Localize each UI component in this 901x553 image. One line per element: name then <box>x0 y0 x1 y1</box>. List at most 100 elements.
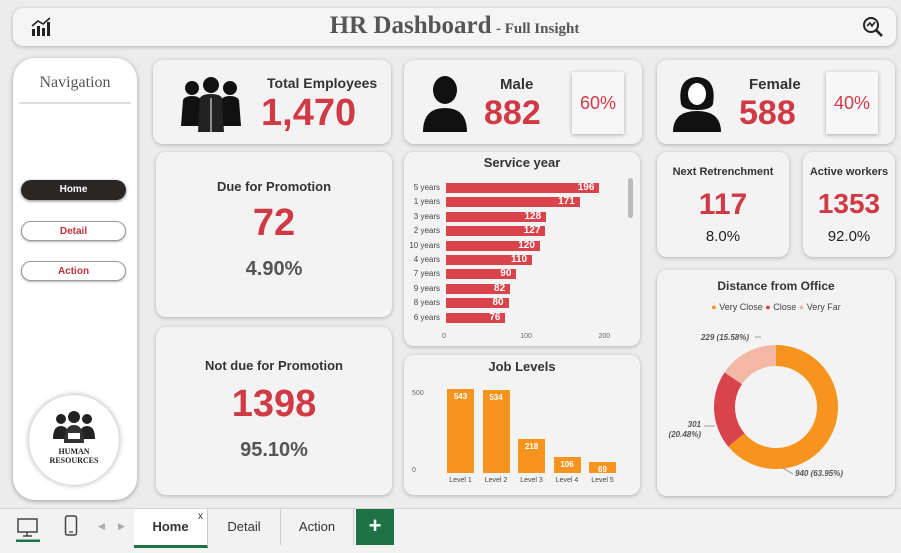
desktop-view-icon[interactable] <box>16 516 40 547</box>
due-promotion-percent: 4.90% <box>245 258 303 280</box>
navigation-title: Navigation <box>19 68 131 104</box>
next-page-arrow-icon[interactable]: ▶ <box>118 521 125 532</box>
job-y-tick: 500 <box>412 389 424 397</box>
navigation-panel: Navigation Home Detail Action HUMAN RESO… <box>13 58 137 500</box>
job-level-value-label: 218 <box>524 442 539 452</box>
service-year-value-label: 82 <box>494 282 506 294</box>
service-category-label: 6 years <box>413 312 440 322</box>
not-due-promotion-percent: 95.10% <box>240 439 308 461</box>
retrenchment-label: Next Retrenchment <box>672 166 774 178</box>
human-resources-logo: HUMAN RESOURCES <box>29 395 119 485</box>
distance-donut: 940 (63.95%) 301(20.48%) 229 (15.58%) <box>669 333 844 478</box>
male-percent: 60% <box>572 72 624 134</box>
nav-home-button[interactable]: Home <box>21 180 126 200</box>
service-year-value-label: 196 <box>577 182 595 193</box>
service-category-label: 4 years <box>413 255 440 264</box>
active-workers-percent: 92.0% <box>827 228 871 245</box>
service-year-value-label: 110 <box>510 254 528 265</box>
due-promotion-value: 72 <box>252 202 296 244</box>
service-year-value-label: 80 <box>492 297 504 309</box>
tab-action[interactable]: Action <box>281 509 354 545</box>
due-for-promotion-card: Due for Promotion 72 4.90% <box>156 152 392 317</box>
female-label: Female <box>749 76 801 93</box>
tab-home[interactable]: Home x <box>134 509 208 548</box>
service-x-tick: 200 <box>598 333 611 340</box>
tab-close-icon[interactable]: x <box>198 499 203 535</box>
service-category-label: 9 years <box>413 283 440 293</box>
service-year-value-label: 127 <box>523 225 541 237</box>
tab-detail[interactable]: Detail <box>208 509 281 545</box>
job-levels-chart: Job Levels 543 Level 1 534 Level 2 218 Level … <box>404 355 640 495</box>
job-level-value-label: 106 <box>560 459 574 469</box>
job-level-category-label: Level 4 <box>555 477 579 484</box>
donut-leader-line <box>782 467 794 475</box>
job-level-category-label: Level 5 <box>591 477 614 484</box>
service-year-value-label: 76 <box>489 311 501 323</box>
total-employees-label: Total Employees <box>267 75 378 91</box>
not-due-for-promotion-card: Not due for Promotion 1398 95.10% <box>156 327 392 495</box>
donut-data-label: 229 (15.58%) <box>700 333 749 342</box>
service-category-label: 5 years <box>413 183 440 192</box>
dashboard-subtitle: - Full Insight <box>495 21 580 37</box>
service-year-title: Service year <box>483 155 561 170</box>
service-year-chart: Service year 5 years 196 1 years 171 3 years… <box>404 152 640 346</box>
previous-page-arrow-icon[interactable]: ◀ <box>98 521 105 532</box>
male-value: 882 <box>484 94 541 132</box>
analytics-search-icon[interactable] <box>861 15 885 44</box>
female-value: 588 <box>739 94 796 132</box>
service-category-label: 1 years <box>413 197 440 207</box>
page-title: HR Dashboard - Full Insight <box>13 12 896 40</box>
nav-detail-button[interactable]: Detail <box>21 221 126 241</box>
service-x-tick: 100 <box>520 333 532 340</box>
service-year-value-label: 171 <box>558 196 575 208</box>
donut-data-label: 301 <box>688 420 702 429</box>
nav-action-button[interactable]: Action <box>21 261 126 281</box>
total-employees-card: Total Employees 1,470 <box>153 60 391 144</box>
service-category-label: 3 years <box>413 211 440 221</box>
employees-group-icon <box>181 77 241 132</box>
people-group-icon <box>53 411 95 443</box>
add-page-button[interactable]: + <box>356 509 394 545</box>
job-level-category-label: Level 2 <box>484 477 508 484</box>
male-person-icon <box>423 76 467 132</box>
service-chart-scrollbar[interactable] <box>628 178 633 218</box>
female-person-icon <box>673 77 721 132</box>
service-category-label: 2 years <box>413 226 440 236</box>
retrenchment-value: 117 <box>698 188 748 221</box>
donut-slice[interactable] <box>714 372 745 447</box>
job-level-category-label: Level 1 <box>449 477 472 484</box>
not-due-promotion-label: Not due for Promotion <box>205 358 343 373</box>
job-level-bar[interactable] <box>482 390 510 473</box>
mobile-view-icon[interactable] <box>64 515 78 542</box>
female-percent: 40% <box>826 72 878 134</box>
active-workers-value: 1353 <box>817 188 881 219</box>
not-due-promotion-value: 1398 <box>231 383 317 425</box>
job-level-value-label: 543 <box>453 391 468 401</box>
service-year-value-label: 128 <box>524 210 542 222</box>
male-card: Male 882 60% <box>404 60 642 144</box>
donut-data-label: 940 (63.95%) <box>795 469 843 478</box>
service-x-tick: 0 <box>442 333 446 340</box>
service-year-value-label: 90 <box>500 268 512 280</box>
job-level-value-label: 69 <box>598 465 607 475</box>
service-category-label: 8 years <box>413 298 440 308</box>
due-promotion-label: Due for Promotion <box>216 179 332 194</box>
job-y-tick: 0 <box>412 467 416 474</box>
service-year-value-label: 120 <box>518 239 535 251</box>
logo-line-resources: RESOURCES <box>49 456 99 465</box>
job-level-bar[interactable] <box>447 388 474 473</box>
distance-from-office-chart: Distance from Office ● Very Close ● Clos… <box>657 270 895 496</box>
active-workers-label: Active workers <box>809 166 889 178</box>
header-bar: HR Dashboard - Full Insight <box>13 8 896 46</box>
service-category-label: 7 years <box>413 269 440 279</box>
logo-line-human: HUMAN <box>58 447 90 456</box>
female-card: Female 588 40% <box>657 60 895 144</box>
service-category-label: 10 years <box>409 240 440 250</box>
retrenchment-percent: 8.0% <box>705 228 741 245</box>
next-retrenchment-card: Next Retrenchment 117 8.0% <box>657 152 789 257</box>
job-levels-title: Job Levels <box>488 359 556 374</box>
total-employees-value: 1,470 <box>261 92 357 134</box>
dashboard-title: HR Dashboard <box>329 12 492 39</box>
page-tab-bar: ◀ ▶ Home x Detail Action + <box>0 508 901 553</box>
job-level-category-label: Level 3 <box>520 477 543 484</box>
